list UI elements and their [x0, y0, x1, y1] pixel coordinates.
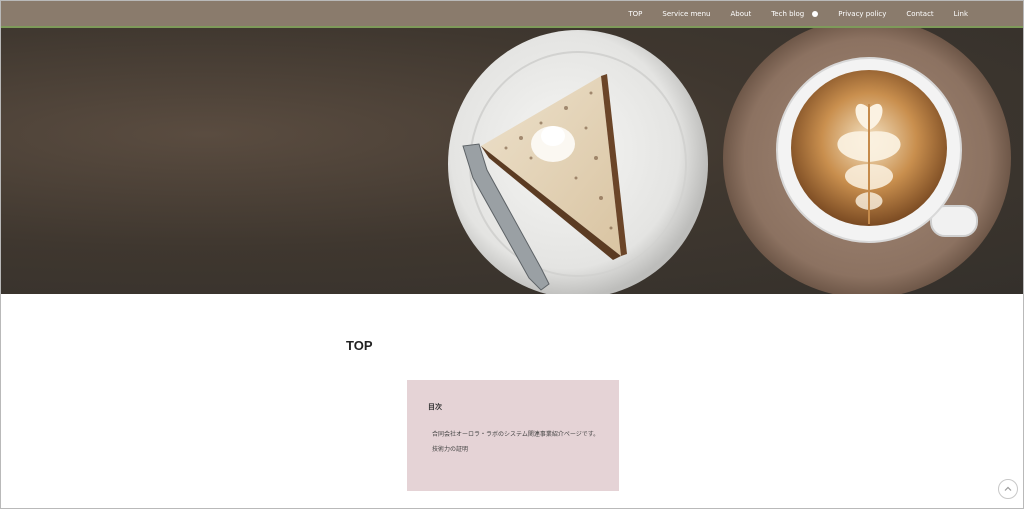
cream-highlight-shape	[541, 126, 565, 146]
nav-item-contact[interactable]: Contact	[906, 10, 933, 18]
nav-item-about[interactable]: About	[731, 10, 752, 18]
nav-item-privacy-policy[interactable]: Privacy policy	[838, 10, 886, 18]
hero-illustration	[448, 28, 1011, 294]
nav-item-label[interactable]: Service menu	[662, 10, 710, 18]
nav-item-label[interactable]: Privacy policy	[838, 10, 886, 18]
top-navigation: TOP Service menu About Tech blog Privacy…	[1, 1, 1023, 28]
nav-item-label[interactable]: Tech blog	[771, 10, 804, 18]
submenu-indicator-icon[interactable]	[812, 10, 819, 17]
toc-item[interactable]: 技術力の証明	[432, 444, 599, 453]
nav-item-link[interactable]: Link	[954, 10, 968, 18]
nav-item-label[interactable]: Contact	[906, 10, 933, 18]
chevron-up-icon	[1004, 486, 1012, 491]
toc-heading: 目次	[428, 403, 442, 411]
page-title: TOP	[346, 337, 373, 353]
nav-item-label[interactable]: Link	[954, 10, 968, 18]
nav-item-tech-blog[interactable]: Tech blog	[771, 10, 819, 18]
nav-item-label[interactable]: About	[731, 10, 752, 18]
hero-image	[1, 28, 1023, 294]
nav-item-top[interactable]: TOP	[628, 10, 642, 18]
toc-list: 合同会社オーロラ・ラボのシステム関連事業紹介ページです。 技術力の証明	[432, 429, 599, 459]
toc-item[interactable]: 合同会社オーロラ・ラボのシステム関連事業紹介ページです。	[432, 429, 599, 438]
nav-item-service-menu[interactable]: Service menu	[662, 10, 710, 18]
nav-item-label[interactable]: TOP	[628, 10, 642, 18]
back-to-top-button[interactable]	[998, 479, 1018, 499]
nav-menu: TOP Service menu About Tech blog Privacy…	[608, 1, 968, 26]
table-of-contents: 目次 合同会社オーロラ・ラボのシステム関連事業紹介ページです。 技術力の証明	[407, 380, 619, 491]
